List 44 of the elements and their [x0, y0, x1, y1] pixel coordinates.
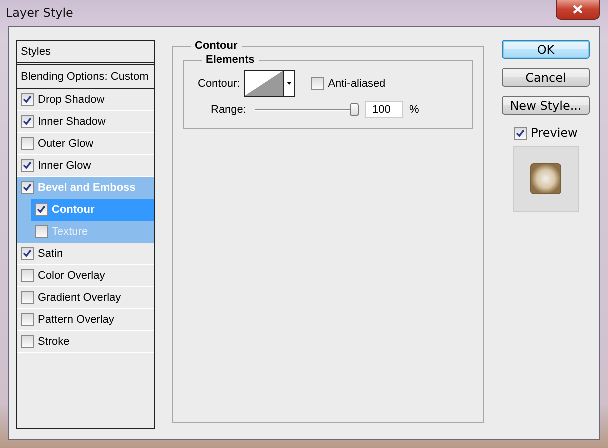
unit-label: % — [409, 104, 420, 116]
range-slider[interactable] — [255, 103, 360, 116]
group-title: Elements — [205, 54, 256, 66]
contour-curve-icon — [245, 71, 284, 96]
styles-header[interactable]: Styles — [17, 41, 154, 65]
checkbox[interactable] — [21, 159, 34, 172]
dialog-button[interactable]: Cancel — [502, 68, 590, 87]
checkbox[interactable] — [35, 225, 48, 238]
checkbox[interactable] — [21, 115, 34, 128]
contour-label: Contour: — [198, 78, 240, 90]
checkbox[interactable] — [514, 126, 528, 140]
checkbox[interactable] — [21, 291, 34, 304]
style-item[interactable]: Pattern Overlay — [17, 309, 154, 331]
style-item[interactable]: Inner Shadow — [17, 111, 154, 133]
checkbox[interactable] — [21, 313, 34, 326]
close-icon — [573, 5, 583, 14]
dialog-button[interactable]: New Style... — [502, 96, 590, 115]
checkbox[interactable] — [21, 335, 34, 348]
style-item[interactable]: Color Overlay — [17, 265, 154, 287]
style-item[interactable]: Outer Glow — [17, 133, 154, 155]
style-item[interactable]: Satin — [17, 243, 154, 265]
contour-picker[interactable] — [244, 70, 296, 97]
checkbox[interactable] — [21, 247, 34, 260]
blending-options-item[interactable]: Blending Options: Custom — [17, 65, 154, 89]
close-button[interactable] — [556, 0, 600, 20]
caret-icon — [286, 82, 292, 85]
range-label: Range: — [211, 104, 246, 116]
slider-thumb[interactable] — [350, 103, 360, 116]
style-item[interactable]: Drop Shadow — [17, 89, 154, 111]
dialog-button[interactable]: OK — [502, 40, 590, 59]
window-title: Layer Style — [5, 5, 74, 20]
style-item[interactable]: Gradient Overlay — [17, 287, 154, 309]
range-input[interactable]: 100 — [365, 101, 404, 118]
section-title: Contour — [194, 40, 239, 52]
checkbox[interactable] — [35, 203, 48, 216]
preview-drawing — [530, 163, 562, 195]
anti-aliased-label: Anti-aliased — [328, 78, 386, 90]
checkbox[interactable] — [21, 137, 34, 150]
preview-label: Preview — [531, 126, 578, 140]
checkbox[interactable] — [311, 77, 324, 90]
checkbox[interactable] — [21, 93, 34, 106]
checkbox[interactable] — [21, 181, 34, 194]
style-item[interactable]: Stroke — [17, 331, 154, 353]
checkbox[interactable] — [21, 269, 34, 282]
